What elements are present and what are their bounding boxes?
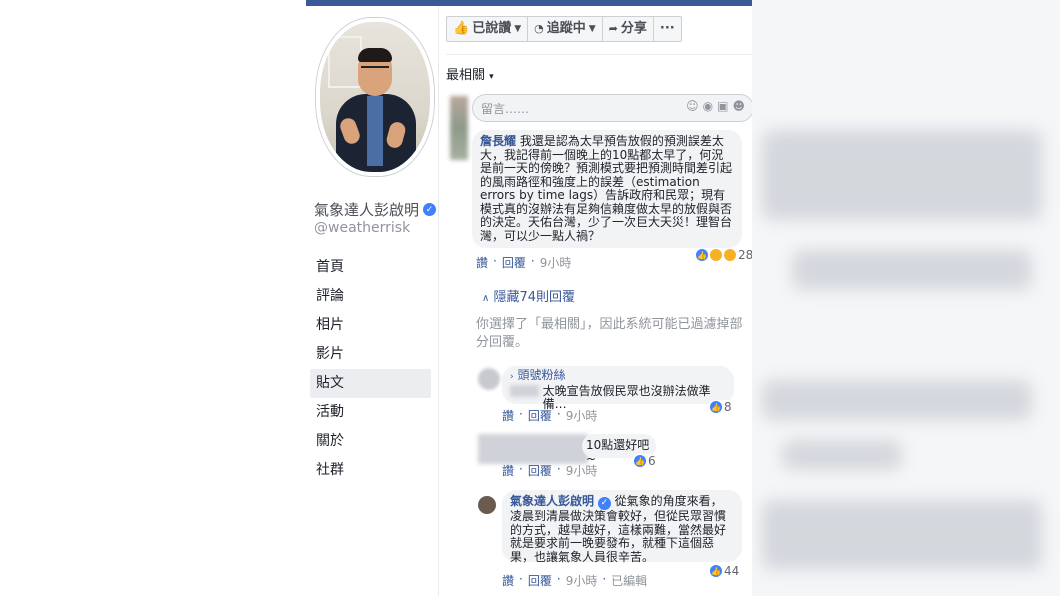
reply-link[interactable]: 回覆 bbox=[502, 254, 526, 271]
camera-icon[interactable]: ◉ bbox=[703, 99, 717, 113]
reply-avatar-blurred bbox=[478, 368, 500, 390]
facebook-page: 氣象達人彭啟明 ✓ @weatherrisk 首頁 評論 相片 影片 貼文 活動… bbox=[306, 6, 752, 596]
sort-caret-icon: ▾ bbox=[489, 72, 494, 82]
reply-link[interactable]: 回覆 bbox=[528, 462, 552, 479]
reply-time[interactable]: 9小時 bbox=[566, 407, 598, 424]
right-blurred-area bbox=[752, 0, 1060, 596]
page-handle[interactable]: @weatherrisk bbox=[314, 220, 410, 236]
nav-events[interactable]: 活動 bbox=[310, 398, 431, 427]
like-reaction-icon: 👍 bbox=[710, 401, 722, 413]
page-action-bar: 👍 已說讚 ▼ ◔ 追蹤中 ▼ ➦ 分享 ··· bbox=[446, 16, 682, 42]
nav-community[interactable]: 社群 bbox=[310, 456, 431, 485]
wow-reaction-icon bbox=[724, 249, 736, 261]
reply-author[interactable]: 氣象達人彭啟明 bbox=[510, 494, 594, 508]
smile-icon[interactable]: ☺ bbox=[686, 99, 703, 113]
reply-meta: 讚 · 回覆 · 9小時 bbox=[502, 462, 598, 479]
reply-bubble: › 頭號粉絲 太晚宣告放假民眾也沒辦法做準備… bbox=[502, 366, 734, 411]
comment-time[interactable]: 9小時 bbox=[540, 254, 572, 271]
blurred-name bbox=[510, 384, 539, 397]
thumbs-up-icon: 👍 bbox=[453, 21, 470, 36]
comment-placeholder: 留言…… bbox=[481, 102, 530, 116]
reaction-count[interactable]: 👍 6 bbox=[632, 454, 658, 468]
nav-home[interactable]: 首頁 bbox=[310, 253, 431, 282]
comment-meta: 讚 · 回覆 · 9小時 bbox=[476, 254, 572, 271]
left-margin bbox=[0, 0, 306, 596]
reply-bubble: 氣象達人彭啟明 ✓ 從氣象的角度來看，凌晨到清晨做決策會較好，但從民眾習慣的方式… bbox=[502, 490, 742, 563]
reply-link[interactable]: 回覆 bbox=[528, 407, 552, 424]
comment-input[interactable]: 留言…… ☺◉▣☻ bbox=[472, 94, 752, 122]
blurred-name bbox=[478, 434, 588, 464]
like-link[interactable]: 讚 bbox=[502, 572, 514, 589]
comment-bubble: 詹長耀 我還是認為太早預告放假的預測誤差太大，我記得前一個晚上的10點都太早了，… bbox=[472, 130, 742, 248]
comment-author[interactable]: 詹長耀 bbox=[480, 134, 516, 148]
like-reaction-icon: 👍 bbox=[634, 455, 646, 467]
commenter-avatar-blurred bbox=[450, 96, 468, 160]
composer-icons: ☺◉▣☻ bbox=[686, 99, 749, 113]
page-sidebar: 氣象達人彭啟明 ✓ @weatherrisk 首頁 評論 相片 影片 貼文 活動… bbox=[306, 6, 439, 596]
reaction-count[interactable]: 👍 28 bbox=[694, 248, 752, 262]
filter-note: 你選擇了「最相關」，因此系統可能已過濾掉部分回覆。 bbox=[476, 317, 743, 350]
liked-button[interactable]: 👍 已說讚 ▼ bbox=[447, 17, 529, 41]
sticker-icon[interactable]: ☻ bbox=[732, 99, 749, 113]
reaction-count[interactable]: 👍 8 bbox=[708, 400, 734, 414]
caret-down-icon: ▼ bbox=[588, 24, 596, 34]
nav-posts[interactable]: 貼文 bbox=[310, 369, 431, 398]
share-arrow-icon: ➦ bbox=[608, 22, 618, 35]
chevron-up-icon: ∧ bbox=[482, 293, 490, 304]
page-name[interactable]: 氣象達人彭啟明 ✓ bbox=[314, 199, 437, 220]
like-reaction-icon: 👍 bbox=[710, 565, 722, 577]
reply-meta: 讚 · 回覆 · 9小時 bbox=[502, 407, 598, 424]
chevron-right-icon: › bbox=[510, 372, 514, 382]
nav-videos[interactable]: 影片 bbox=[310, 340, 431, 369]
page-name-text: 氣象達人彭啟明 bbox=[314, 201, 420, 219]
edited-label[interactable]: 已編輯 bbox=[611, 572, 647, 589]
profile-picture[interactable] bbox=[316, 18, 434, 176]
nav-photos[interactable]: 相片 bbox=[310, 311, 431, 340]
rss-icon: ◔ bbox=[534, 22, 544, 35]
verified-badge-icon: ✓ bbox=[423, 203, 437, 216]
reply-time[interactable]: 9小時 bbox=[566, 572, 598, 589]
haha-reaction-icon bbox=[710, 249, 722, 261]
reply-link[interactable]: 回覆 bbox=[528, 572, 552, 589]
like-link[interactable]: 讚 bbox=[502, 407, 514, 424]
nav-about[interactable]: 關於 bbox=[310, 427, 431, 456]
like-link[interactable]: 讚 bbox=[502, 462, 514, 479]
reply-meta: 讚 · 回覆 · 9小時 · 已編輯 bbox=[502, 572, 648, 589]
hidden-replies-toggle[interactable]: ∧ 隱藏74則回覆 bbox=[482, 286, 575, 305]
nav-reviews[interactable]: 評論 bbox=[310, 282, 431, 311]
comment-sort-dropdown[interactable]: 最相關 ▾ bbox=[446, 64, 494, 83]
divider bbox=[446, 54, 752, 55]
reply-time[interactable]: 9小時 bbox=[566, 462, 598, 479]
reaction-count[interactable]: 👍 44 bbox=[708, 564, 742, 578]
page-nav: 首頁 評論 相片 影片 貼文 活動 關於 社群 bbox=[310, 253, 431, 485]
top-fan-badge[interactable]: › 頭號粉絲 bbox=[510, 368, 726, 385]
comment-text: 我還是認為太早預告放假的預測誤差太大，我記得前一個晚上的10點都太早了，何況是前… bbox=[480, 134, 733, 243]
share-button[interactable]: ➦ 分享 bbox=[603, 17, 654, 41]
caret-down-icon: ▼ bbox=[514, 24, 522, 34]
gif-icon[interactable]: ▣ bbox=[717, 99, 732, 113]
more-button[interactable]: ··· bbox=[654, 17, 681, 41]
like-link[interactable]: 讚 bbox=[476, 254, 488, 271]
post-content: 👍 已說讚 ▼ ◔ 追蹤中 ▼ ➦ 分享 ··· 最相關 ▾ 留言…… ☺◉▣☻… bbox=[446, 6, 752, 596]
page-author-avatar[interactable] bbox=[478, 496, 496, 514]
like-reaction-icon: 👍 bbox=[696, 249, 708, 261]
following-button[interactable]: ◔ 追蹤中 ▼ bbox=[528, 17, 603, 41]
